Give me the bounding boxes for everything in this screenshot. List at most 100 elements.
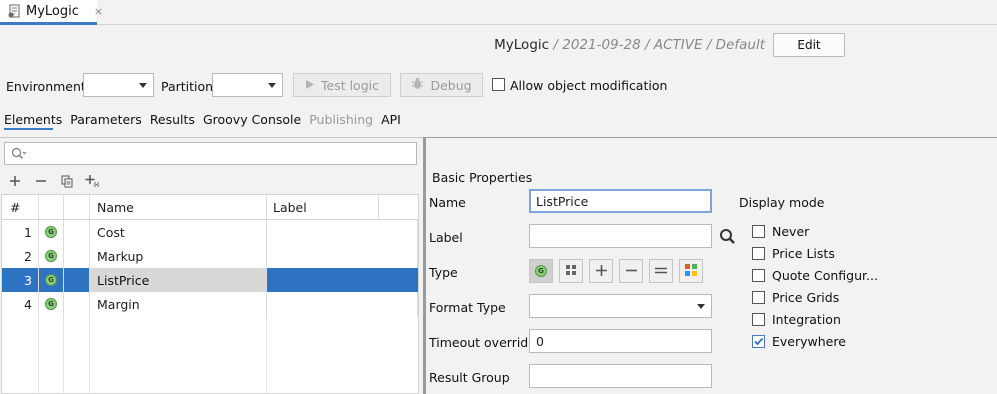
plus-icon [595, 262, 607, 280]
display-mode-price-lists[interactable]: Price Lists [752, 246, 878, 261]
display-mode-integration[interactable]: Integration [752, 312, 878, 327]
logic-status: ACTIVE [653, 37, 703, 53]
checkmark-icon [754, 337, 764, 346]
name-label: Name [429, 195, 466, 210]
bug-icon [411, 77, 424, 93]
groovy-element-icon: G [45, 226, 57, 238]
copy-icon[interactable] [58, 172, 76, 190]
display-mode-price-grids[interactable]: Price Grids [752, 290, 878, 305]
type-matrix-button[interactable] [679, 259, 703, 283]
format-type-select[interactable] [529, 294, 712, 318]
table-row-selected[interactable]: 3 G ListPrice [2, 268, 418, 292]
type-plus-button[interactable] [589, 259, 613, 283]
display-mode-quote-configurator[interactable]: Quote Configur... [752, 268, 878, 283]
elements-search-input[interactable] [4, 142, 417, 165]
quote-configurator-label: Quote Configur... [772, 268, 878, 283]
lookup-search-icon[interactable] [717, 226, 737, 246]
type-selector: G [529, 259, 703, 283]
document-tab-mylogic[interactable]: MyLogic × [0, 0, 103, 25]
column-header-name[interactable]: Name [90, 195, 267, 219]
row-extra-cell [64, 244, 90, 268]
type-minus-button[interactable] [619, 259, 643, 283]
everywhere-label: Everywhere [772, 334, 846, 349]
timeout-override-input[interactable]: 0 [529, 329, 712, 353]
element-name: ListPrice [90, 268, 267, 292]
table-row[interactable]: 1 G Cost [2, 220, 418, 244]
label-input[interactable] [529, 224, 712, 248]
quote-configurator-checkbox[interactable] [752, 269, 765, 282]
table-row[interactable]: 4 G Margin [2, 292, 418, 316]
chevron-down-icon [697, 304, 705, 309]
tab-publishing[interactable]: Publishing [309, 112, 373, 127]
tab-groovy-console[interactable]: Groovy Console [203, 112, 301, 127]
element-label [267, 292, 418, 316]
display-mode-options: Never Price Lists Quote Configur... Pric… [752, 224, 878, 349]
elements-toolbar [6, 172, 102, 190]
tab-results[interactable]: Results [150, 112, 195, 127]
element-name: Cost [90, 220, 267, 244]
grid-icon [565, 262, 577, 280]
never-label: Never [772, 224, 810, 239]
add-column-icon[interactable] [84, 172, 102, 190]
type-groovy-button[interactable]: G [529, 259, 553, 283]
never-checkbox[interactable] [752, 225, 765, 238]
tab-parameters[interactable]: Parameters [70, 112, 142, 127]
chevron-down-icon [139, 83, 147, 88]
display-mode-title: Display mode [739, 195, 825, 210]
search-icon [11, 147, 27, 164]
everywhere-checkbox[interactable] [752, 335, 765, 348]
row-extra-cell [64, 268, 90, 292]
add-icon[interactable] [6, 172, 24, 190]
element-type-cell: G [39, 220, 64, 244]
element-label [267, 220, 418, 244]
price-grids-checkbox[interactable] [752, 291, 765, 304]
display-mode-everywhere[interactable]: Everywhere [752, 334, 878, 349]
element-type-cell: G [39, 268, 64, 292]
equals-icon [655, 262, 667, 280]
column-header-extra[interactable] [64, 195, 90, 219]
column-header-type[interactable] [39, 195, 64, 219]
result-group-input[interactable] [529, 364, 712, 388]
debug-button[interactable]: Debug [400, 73, 483, 97]
test-logic-button[interactable]: Test logic [293, 73, 391, 97]
edit-button[interactable]: Edit [773, 33, 845, 57]
table-row[interactable]: 2 G Markup [2, 244, 418, 268]
display-mode-never[interactable]: Never [752, 224, 878, 239]
groovy-element-icon: G [45, 274, 57, 286]
row-number: 4 [2, 292, 39, 316]
tab-api[interactable]: API [381, 112, 401, 127]
allow-modification-checkbox[interactable] [492, 78, 505, 91]
groovy-element-icon: G [45, 298, 57, 310]
element-name: Margin [90, 292, 267, 316]
format-type-label: Format Type [429, 300, 506, 315]
environment-select[interactable] [83, 73, 154, 97]
color-matrix-icon [685, 262, 697, 280]
type-equals-button[interactable] [649, 259, 673, 283]
integration-checkbox[interactable] [752, 313, 765, 326]
row-number: 3 [2, 268, 39, 292]
partition-select[interactable] [212, 73, 283, 97]
document-tab-title: MyLogic [26, 3, 79, 19]
close-tab-icon[interactable]: × [94, 5, 103, 18]
play-icon [305, 78, 315, 93]
groovy-element-icon: G [45, 250, 57, 262]
table-header: # Name Label [2, 195, 418, 220]
price-lists-label: Price Lists [772, 246, 835, 261]
environment-label: Environment: [6, 79, 91, 94]
document-tab-strip [0, 0, 997, 25]
elements-table: # Name Label 1 G Cost 2 G Markup 3 G Lis… [1, 194, 419, 394]
section-tabs: Elements Parameters Results Groovy Conso… [4, 112, 401, 127]
element-label [267, 244, 418, 268]
column-header-number[interactable]: # [2, 195, 39, 219]
groovy-element-icon: G [535, 265, 547, 277]
remove-icon[interactable] [32, 172, 50, 190]
logic-file-icon [8, 4, 21, 18]
debug-label: Debug [430, 77, 472, 93]
element-name: Markup [90, 244, 267, 268]
tab-elements[interactable]: Elements [4, 112, 62, 127]
price-lists-checkbox[interactable] [752, 247, 765, 260]
type-grid-button[interactable] [559, 259, 583, 283]
name-input[interactable]: ListPrice [529, 189, 712, 213]
column-header-label[interactable]: Label [267, 195, 379, 219]
logic-header: MyLogic / 2021-09-28 / ACTIVE / Default [494, 37, 765, 53]
